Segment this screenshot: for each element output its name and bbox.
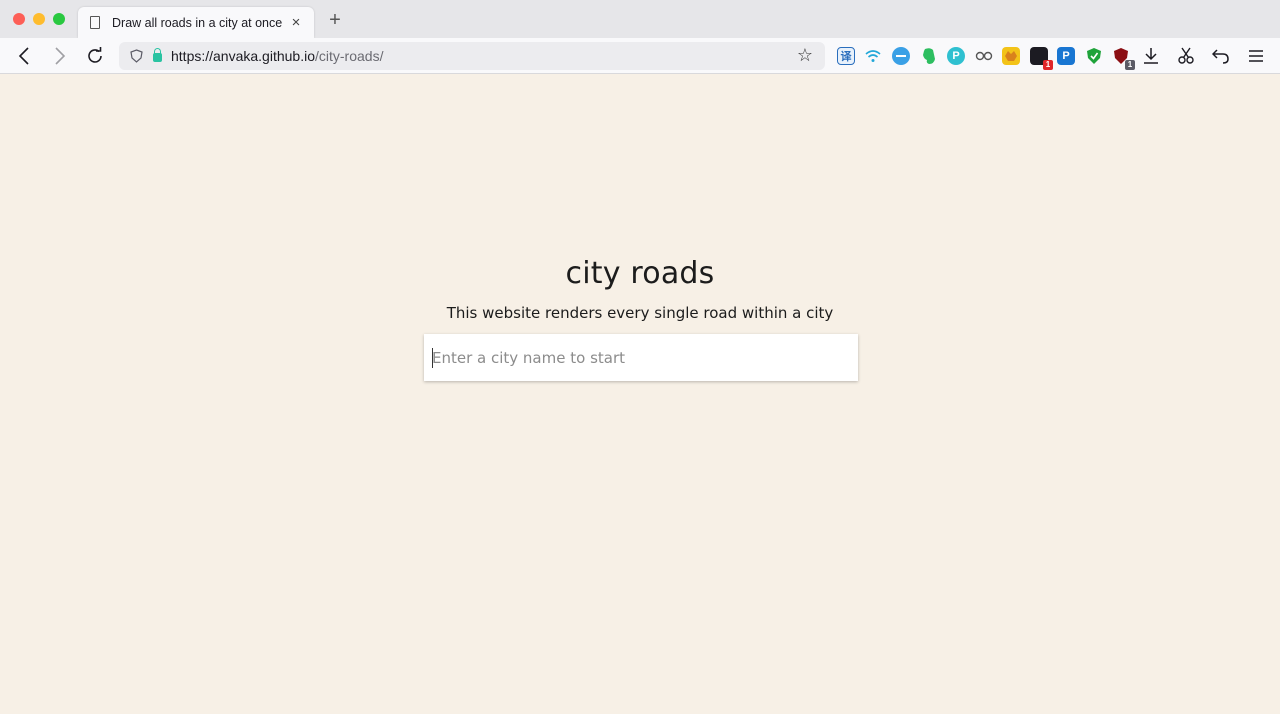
navigation-toolbar: https://anvaka.github.io/city-roads/ ☆ 译… — [0, 38, 1280, 74]
translate-extension-icon[interactable]: 译 — [837, 47, 855, 65]
scissors-icon[interactable] — [1175, 45, 1197, 67]
page-title: city roads — [565, 256, 715, 291]
new-tab-button[interactable]: + — [325, 10, 345, 30]
page-content: city roads This website renders every si… — [0, 74, 1280, 714]
text-caret — [432, 348, 433, 368]
p-square-extension-icon[interactable]: P — [1057, 47, 1075, 65]
forward-arrow-icon[interactable] — [48, 44, 72, 68]
window-maximize-button[interactable] — [53, 13, 65, 25]
tiger-extension-icon[interactable] — [1002, 47, 1020, 65]
hamburger-menu-icon[interactable] — [1245, 45, 1267, 67]
back-arrow-icon[interactable] — [12, 44, 36, 68]
undo-icon[interactable] — [1210, 45, 1232, 67]
reload-icon[interactable] — [83, 44, 107, 68]
star-icon[interactable]: ☆ — [797, 45, 813, 66]
tab-close-icon[interactable]: × — [288, 14, 304, 31]
wifi-extension-icon[interactable] — [864, 47, 882, 65]
page-subtitle: This website renders every single road w… — [446, 304, 834, 322]
document-icon — [90, 16, 100, 29]
url-bar[interactable]: https://anvaka.github.io/city-roads/ ☆ — [119, 42, 825, 70]
link-extension-icon[interactable] — [975, 47, 993, 65]
minus-extension-icon[interactable] — [892, 47, 910, 65]
lock-icon[interactable] — [153, 47, 162, 62]
url-text[interactable]: https://anvaka.github.io/city-roads/ — [171, 48, 383, 64]
tab-strip: Draw all roads in a city at once × + — [0, 0, 1280, 38]
url-path: /city-roads/ — [315, 48, 384, 64]
tab-title: Draw all roads in a city at once — [112, 15, 283, 30]
p-circle-extension-icon[interactable]: P — [947, 47, 965, 65]
window-close-button[interactable] — [13, 13, 25, 25]
url-host: https://anvaka.github.io — [171, 48, 315, 64]
dark-extension-icon[interactable]: 1 — [1030, 47, 1053, 70]
red-shield-extension-badge: 1 — [1125, 60, 1135, 70]
evernote-extension-icon[interactable] — [920, 47, 938, 65]
window-minimize-button[interactable] — [33, 13, 45, 25]
city-search-input[interactable] — [424, 334, 858, 381]
tab-active[interactable]: Draw all roads in a city at once × — [78, 7, 314, 38]
download-icon[interactable] — [1140, 45, 1162, 67]
shield-icon[interactable] — [129, 49, 143, 63]
dark-extension-badge: 1 — [1043, 60, 1053, 70]
red-shield-extension-icon[interactable]: 1 — [1112, 47, 1135, 70]
green-shield-extension-icon[interactable] — [1085, 47, 1103, 65]
